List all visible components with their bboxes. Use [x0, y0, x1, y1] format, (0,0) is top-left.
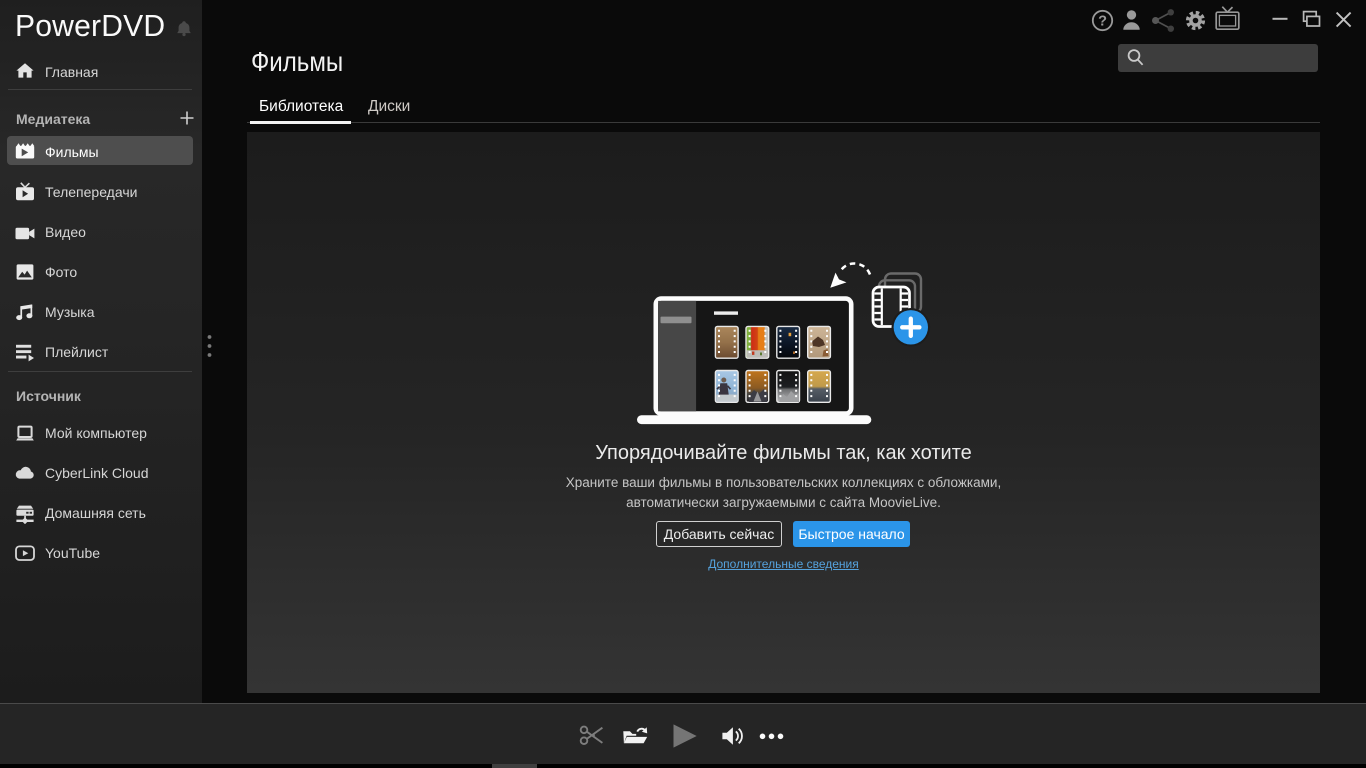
svg-text:?: ? — [1098, 14, 1107, 30]
